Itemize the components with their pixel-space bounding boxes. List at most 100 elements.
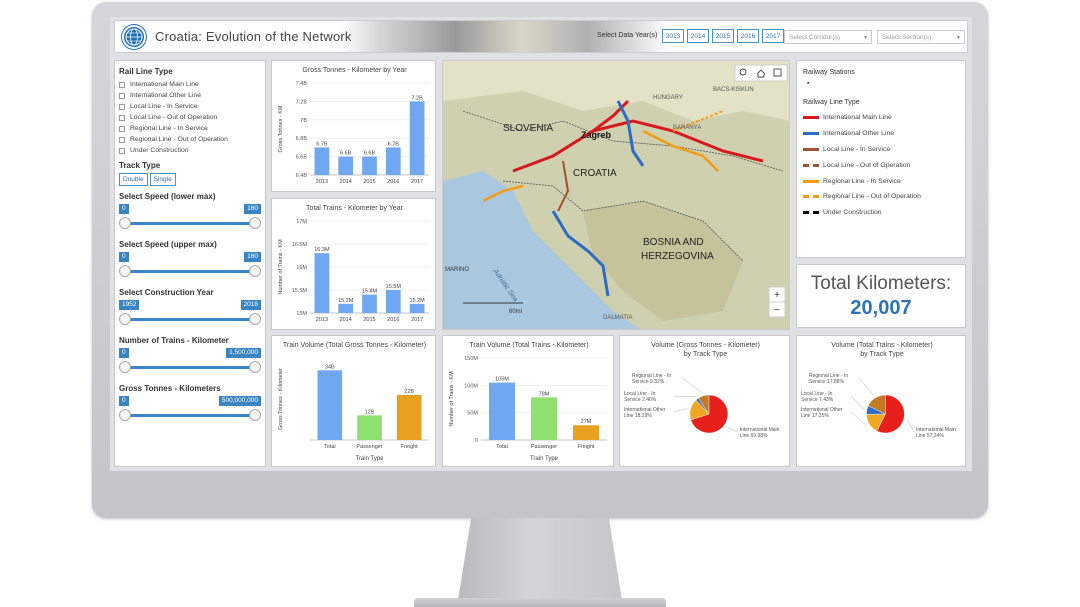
data-label: 7.2B bbox=[411, 95, 423, 101]
slider-track[interactable] bbox=[125, 222, 255, 225]
section-select[interactable]: Select Section(s) ▾ bbox=[877, 30, 965, 44]
y-tick-label: 16M bbox=[296, 265, 307, 271]
y-tick-label: 15M bbox=[296, 311, 307, 317]
stage: Croatia: Evolution of the Network Select… bbox=[0, 0, 1080, 607]
gross-tonnes-by-year-chart: Gross Tonnes - Kilometer by Year Gross To… bbox=[278, 67, 429, 185]
x-tick-label: 2015 bbox=[363, 179, 375, 185]
data-label: 22B bbox=[404, 389, 414, 395]
map-label-marino: MARINO bbox=[445, 267, 469, 273]
checkbox-box[interactable] bbox=[119, 81, 125, 88]
pie-leader-line bbox=[726, 426, 738, 433]
slider-max-handle[interactable] bbox=[249, 265, 261, 277]
checkbox-local-line-out-of-operation[interactable]: Local Line - Out of Operation bbox=[119, 112, 261, 123]
year-button-2015[interactable]: 2015 bbox=[712, 29, 734, 43]
slider-min-handle[interactable] bbox=[119, 409, 131, 421]
train-volume-gross-panel: Train Volume (Total Gross Tonnes - Kilom… bbox=[271, 335, 436, 467]
checkbox-box[interactable] bbox=[119, 125, 125, 132]
section-select-placeholder: Select Section(s) bbox=[882, 34, 932, 41]
data-label: 15.5M bbox=[386, 284, 402, 290]
slider-max-handle[interactable] bbox=[249, 361, 261, 373]
checkbox-regional-line-in-service[interactable]: Regional Line - In Service bbox=[119, 123, 261, 134]
checkbox-box[interactable] bbox=[119, 147, 125, 154]
slider-track[interactable] bbox=[125, 414, 255, 417]
checkbox-regional-line-out-of-operation[interactable]: Regional Line - Out of Operation bbox=[119, 134, 261, 145]
map-canvas[interactable]: SLOVENIA Zagreb CROATIA BOSNIA AND HERZE… bbox=[443, 61, 790, 330]
pie-leader-line bbox=[906, 418, 915, 433]
chart-title: Volume (Gross Tonnes - Kilometer) bbox=[651, 342, 760, 349]
chart-title: by Track Type bbox=[860, 351, 904, 358]
chart-bar bbox=[409, 303, 425, 313]
pie-leader-line bbox=[673, 395, 696, 397]
checkbox-box[interactable] bbox=[119, 103, 125, 110]
filter-panel: Rail Line Type International Main Line I… bbox=[114, 60, 266, 467]
checkbox-local-line-in-service[interactable]: Local Line - In Service bbox=[119, 101, 261, 112]
map-label-baranya: BARANYA bbox=[673, 125, 701, 131]
page-title: Croatia: Evolution of the Network bbox=[155, 29, 352, 44]
slider-max-handle[interactable] bbox=[249, 409, 261, 421]
checkbox-international-other-line[interactable]: International Other Line bbox=[119, 90, 261, 101]
chart-bar bbox=[409, 101, 425, 175]
chart-bar bbox=[362, 156, 377, 175]
total-kilometers-label: Total Kilometers: bbox=[810, 273, 952, 294]
checkbox-box[interactable] bbox=[119, 114, 125, 121]
y-tick-label: 6.4B bbox=[296, 173, 308, 179]
slider-max-value: 160 bbox=[244, 204, 261, 214]
track-type-single-button[interactable]: Single bbox=[149, 173, 176, 186]
year-buttons: 2013 2014 2015 2016 2017 bbox=[662, 29, 784, 43]
slider-max-value: 2018 bbox=[240, 300, 261, 310]
slider-min-value: 1952 bbox=[119, 300, 140, 310]
legend-item: Local Line - In Service bbox=[803, 142, 959, 158]
track-type-double-button[interactable]: Double bbox=[119, 173, 148, 186]
legend-label: Regional Line - Out of Operation bbox=[823, 193, 921, 201]
slider-max-value: 160 bbox=[244, 252, 261, 262]
map-label-zagreb: Zagreb bbox=[581, 130, 612, 140]
year-button-2013[interactable]: 2013 bbox=[662, 29, 684, 43]
chart-bar bbox=[530, 397, 558, 440]
chart-bar bbox=[385, 147, 401, 175]
y-tick-label: 17M bbox=[296, 219, 307, 225]
year-button-2014[interactable]: 2014 bbox=[687, 29, 709, 43]
slider-min-handle[interactable] bbox=[119, 313, 131, 325]
data-label: 15.4M bbox=[362, 289, 378, 295]
year-select-label: Select Data Year(s) bbox=[597, 32, 658, 39]
slider-track[interactable] bbox=[125, 366, 255, 369]
checkbox-international-main-line[interactable]: International Main Line bbox=[119, 79, 261, 90]
railway-map[interactable]: SLOVENIA Zagreb CROATIA BOSNIA AND HERZE… bbox=[442, 60, 790, 330]
slider-min-handle[interactable] bbox=[119, 361, 131, 373]
slider-max-value: 500,000,000 bbox=[218, 396, 261, 406]
data-label: 12B bbox=[365, 409, 375, 415]
y-tick-label: 6.8B bbox=[296, 136, 308, 142]
chevron-down-icon: ▾ bbox=[956, 35, 960, 41]
slider-track[interactable] bbox=[125, 270, 255, 273]
pie-label: Line 57.34% bbox=[916, 433, 944, 439]
checkbox-box[interactable] bbox=[119, 92, 125, 99]
slider-max-handle[interactable] bbox=[249, 217, 261, 229]
data-label: 27M bbox=[581, 419, 592, 425]
slider-track[interactable] bbox=[125, 318, 255, 321]
x-tick-label: Freight bbox=[577, 444, 595, 450]
station-icon: ▪ bbox=[807, 80, 810, 87]
year-button-2017[interactable]: 2017 bbox=[762, 29, 784, 43]
legend-item: Regional Line - Out of Operation bbox=[803, 189, 959, 205]
pie-label: Service 7.43% bbox=[801, 397, 834, 403]
checkbox-under-construction[interactable]: Under Construction bbox=[119, 145, 261, 156]
map-legend: Railway Stations ▪ Railway Line Type Int… bbox=[796, 60, 966, 258]
checkbox-box[interactable] bbox=[119, 136, 125, 143]
map-label-bosnia: BOSNIA AND bbox=[643, 237, 704, 248]
legend-item: Local Line - Out of Operation bbox=[803, 157, 959, 173]
corridor-select[interactable]: Select Corridor(s) ▾ bbox=[784, 30, 872, 44]
chart-title: Total Trains - Kilometer by Year bbox=[306, 205, 404, 212]
checkbox-label: Under Construction bbox=[130, 147, 189, 154]
year-button-2016[interactable]: 2016 bbox=[737, 29, 759, 43]
volume-gross-by-track-panel: Volume (Gross Tonnes - Kilometer) by Trac… bbox=[619, 335, 790, 467]
data-label: 15.2M bbox=[338, 298, 354, 304]
legend-rows: International Main Line International Oth… bbox=[803, 110, 959, 221]
x-tick-label: Passenger bbox=[531, 444, 557, 450]
slider-max-handle[interactable] bbox=[249, 313, 261, 325]
slider-min-handle[interactable] bbox=[119, 217, 131, 229]
slider-min-handle[interactable] bbox=[119, 265, 131, 277]
legend-swatch bbox=[803, 116, 819, 120]
dashboard-screen: Croatia: Evolution of the Network Select… bbox=[110, 17, 972, 471]
globe-icon[interactable] bbox=[122, 25, 146, 49]
legend-line-type-heading: Railway Line Type bbox=[803, 99, 860, 106]
